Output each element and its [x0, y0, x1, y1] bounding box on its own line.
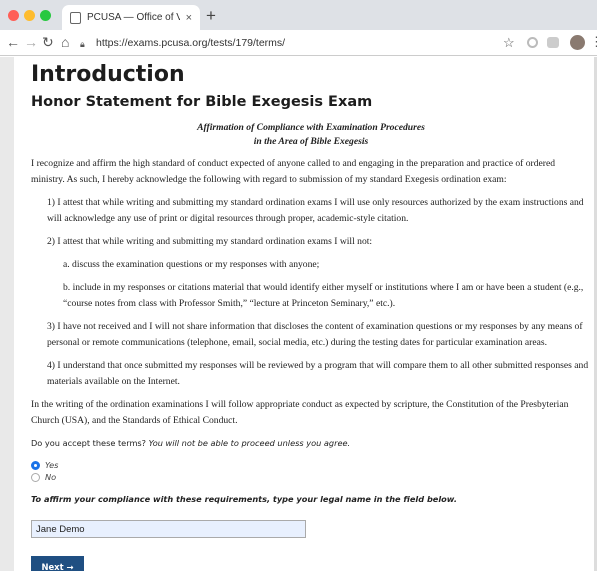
affirmation-title: Affirmation of Compliance with Examinati…: [31, 121, 591, 149]
terms-question: Do you accept these terms? You will not …: [31, 437, 594, 449]
lock-icon: 🔒︎: [80, 38, 85, 49]
affirmation-title-line2: in the Area of Bible Exegesis: [253, 136, 369, 147]
statement-2: 2) I attest that while writing and submi…: [47, 236, 373, 247]
window-zoom-button[interactable]: [40, 10, 51, 21]
radio-no-button[interactable]: [31, 472, 40, 482]
radio-yes-label[interactable]: Yes: [45, 460, 58, 470]
browser-menu-icon[interactable]: ⋮: [590, 34, 597, 50]
browser-tab[interactable]: PCUSA — Office of Vocation – ×: [62, 5, 200, 30]
address-bar[interactable]: 🔒︎ https://exams.pcusa.org/tests/179/ter…: [80, 33, 500, 53]
next-button[interactable]: Next →: [31, 556, 84, 571]
legal-name-prompt: To affirm your compliance with these req…: [31, 494, 457, 504]
intro-paragraph: I recognize and affirm the high standard…: [31, 158, 556, 185]
statement-1: 1) I attest that while writing and submi…: [47, 197, 584, 224]
radio-no-label[interactable]: No: [45, 472, 56, 482]
url-text: https://exams.pcusa.org/tests/179/terms/: [96, 37, 286, 49]
page-content: Introduction Honor Statement for Bible E…: [0, 57, 597, 571]
browser-tab-bar: PCUSA — Office of Vocation – × +: [0, 0, 597, 30]
page-subtitle: Honor Statement for Bible Exegesis Exam: [31, 94, 373, 110]
terms-question-text: Do you accept these terms?: [31, 438, 147, 448]
legal-name-input[interactable]: [31, 520, 306, 538]
statement-3: 3) I have not received and I will not sh…: [47, 321, 583, 348]
extension-icon[interactable]: [527, 37, 538, 48]
radio-yes-button[interactable]: [31, 460, 40, 470]
page-title: Introduction: [31, 62, 185, 87]
radio-option-no[interactable]: No: [31, 471, 594, 483]
profile-avatar-icon[interactable]: [570, 35, 585, 50]
statement-2a: a. discuss the examination questions or …: [63, 259, 320, 270]
closing-paragraph: In the writing of the ordination examina…: [31, 399, 569, 426]
affirmation-title-line1: Affirmation of Compliance with Examinati…: [197, 122, 425, 133]
back-arrow-icon[interactable]: ←: [6, 34, 20, 50]
window-minimize-button[interactable]: [24, 10, 35, 21]
statement-2b: b. include in my responses or citations …: [63, 282, 584, 309]
extension-cloud-icon[interactable]: [547, 37, 559, 48]
tab-title: PCUSA — Office of Vocation –: [87, 12, 180, 23]
accept-terms-radio-group: Yes No: [31, 459, 594, 483]
terms-question-note: You will not be able to proceed unless y…: [148, 438, 351, 448]
window-close-button[interactable]: [8, 10, 19, 21]
forward-arrow-icon[interactable]: →: [24, 34, 38, 50]
home-icon[interactable]: ⌂: [61, 34, 69, 50]
browser-toolbar: ← → ↻ ⌂ 🔒︎ https://exams.pcusa.org/tests…: [0, 30, 597, 56]
bookmark-star-icon[interactable]: ☆: [503, 35, 515, 51]
reload-icon[interactable]: ↻: [42, 34, 54, 51]
radio-option-yes[interactable]: Yes: [31, 459, 594, 471]
tab-close-icon[interactable]: ×: [186, 12, 192, 24]
new-tab-button[interactable]: +: [206, 6, 216, 26]
page-favicon-icon: [70, 11, 81, 24]
statement-4: 4) I understand that once submitted my r…: [47, 360, 589, 387]
